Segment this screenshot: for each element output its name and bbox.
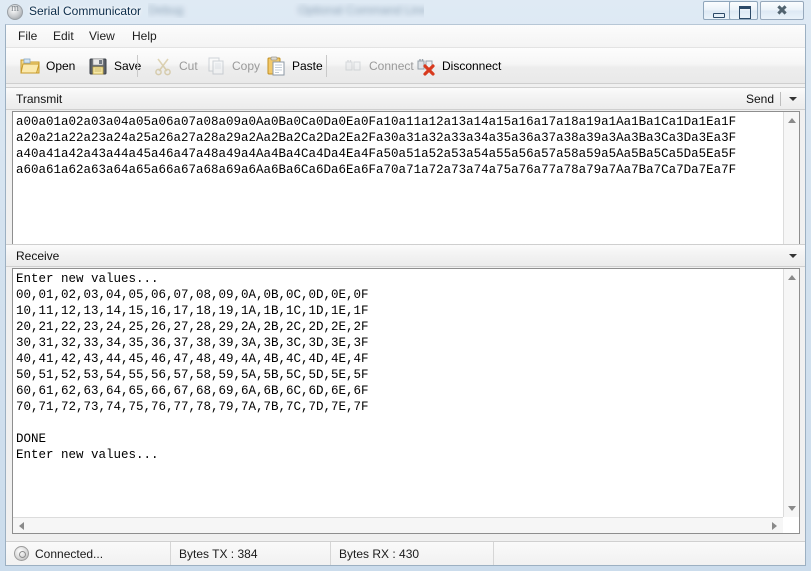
window-title-blurred-suffix: Debug Optional Command Line bbox=[148, 3, 424, 18]
receive-header: Receive bbox=[6, 244, 805, 267]
receive-vertical-scrollbar[interactable] bbox=[783, 269, 799, 517]
paste-button[interactable]: Paste bbox=[260, 51, 328, 81]
toolbar-separator-1 bbox=[137, 55, 138, 77]
maximize-button[interactable] bbox=[729, 1, 758, 20]
minimize-icon bbox=[704, 2, 731, 19]
toolbar-separator-2 bbox=[326, 55, 327, 77]
open-button[interactable]: Open bbox=[14, 51, 80, 81]
plug-connect-icon bbox=[342, 55, 364, 77]
transmit-vertical-scrollbar[interactable] bbox=[783, 112, 799, 260]
disconnect-button-label: Disconnect bbox=[442, 59, 501, 73]
blurred-text-2: Optional Command Line bbox=[298, 3, 424, 17]
chevron-down-icon[interactable] bbox=[789, 97, 797, 101]
scroll-up-icon[interactable] bbox=[788, 118, 796, 123]
paste-button-label: Paste bbox=[292, 59, 323, 73]
scroll-up-icon[interactable] bbox=[788, 275, 796, 280]
copy-pages-icon bbox=[205, 55, 227, 77]
menu-item-view[interactable]: View bbox=[85, 29, 119, 43]
status-bytes-rx: Bytes RX : 430 bbox=[331, 542, 494, 565]
scroll-left-icon[interactable] bbox=[19, 522, 24, 530]
application-window: Serial Communicator Debug Optional Comma… bbox=[0, 0, 811, 571]
disconnect-button[interactable]: Disconnect bbox=[410, 51, 506, 81]
close-button[interactable]: ✖ bbox=[760, 1, 804, 20]
toolbar: Open Save bbox=[6, 48, 805, 84]
status-bar: Connected... Bytes TX : 384 Bytes RX : 4… bbox=[6, 541, 805, 565]
menu-item-help[interactable]: Help bbox=[128, 29, 161, 43]
transmit-textarea[interactable]: a00a01a02a03a04a05a06a07a08a09a0Aa0Ba0Ca… bbox=[12, 111, 800, 261]
transmit-header-separator bbox=[780, 92, 781, 106]
receive-text: Enter new values... 00,01,02,03,04,05,06… bbox=[16, 271, 784, 463]
transmit-title: Transmit bbox=[16, 92, 62, 106]
transmit-text: a00a01a02a03a04a05a06a07a08a09a0Aa0Ba0Ca… bbox=[16, 114, 784, 178]
open-folder-icon bbox=[19, 55, 41, 77]
status-connection: Connected... bbox=[6, 542, 171, 565]
plug-disconnect-icon bbox=[415, 55, 437, 77]
close-icon: ✖ bbox=[761, 2, 803, 19]
chevron-down-icon[interactable] bbox=[789, 254, 797, 258]
client-area: File Edit View Help Open bbox=[5, 24, 806, 566]
window-title: Serial Communicator bbox=[29, 4, 141, 18]
clipboard-paste-icon bbox=[265, 55, 287, 77]
menu-bar: File Edit View Help bbox=[6, 25, 805, 48]
maximize-icon bbox=[730, 2, 757, 19]
receive-horizontal-scrollbar[interactable] bbox=[13, 517, 783, 533]
scroll-down-icon[interactable] bbox=[788, 506, 796, 511]
menu-item-file[interactable]: File bbox=[14, 29, 41, 43]
menu-item-edit[interactable]: Edit bbox=[49, 29, 78, 43]
app-icon bbox=[7, 4, 23, 20]
scroll-right-icon[interactable] bbox=[772, 522, 777, 530]
cut-button-label: Cut bbox=[179, 59, 198, 73]
blurred-text-1: Debug bbox=[148, 3, 183, 17]
connect-button[interactable]: Connect bbox=[337, 51, 419, 81]
title-bar: Serial Communicator Debug Optional Comma… bbox=[0, 0, 811, 24]
open-button-label: Open bbox=[46, 59, 75, 73]
copy-button-label: Copy bbox=[232, 59, 260, 73]
copy-button[interactable]: Copy bbox=[200, 51, 265, 81]
transmit-header: Transmit Send bbox=[6, 87, 805, 110]
minimize-button[interactable] bbox=[703, 1, 732, 20]
scissors-icon bbox=[152, 55, 174, 77]
floppy-disk-icon bbox=[87, 55, 109, 77]
send-button[interactable]: Send bbox=[746, 92, 774, 106]
status-bytes-tx: Bytes TX : 384 bbox=[171, 542, 331, 565]
connect-button-label: Connect bbox=[369, 59, 414, 73]
receive-title: Receive bbox=[16, 249, 59, 263]
receive-textarea[interactable]: Enter new values... 00,01,02,03,04,05,06… bbox=[12, 268, 800, 534]
cut-button[interactable]: Cut bbox=[147, 51, 203, 81]
